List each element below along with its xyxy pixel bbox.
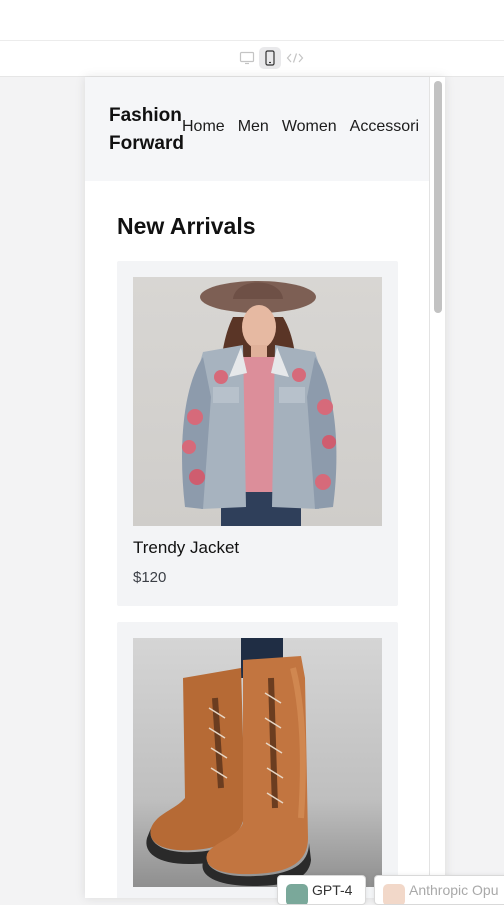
code-view-button[interactable] [284, 47, 306, 69]
product-name[interactable]: Trendy Jacket [133, 538, 239, 558]
model-label: Anthropic Opu [409, 882, 499, 898]
nav-link-accessories[interactable]: Accessori [350, 118, 419, 136]
product-card[interactable]: Trendy Jacket $120 [117, 261, 398, 606]
denim-jacket-photo[interactable] [133, 277, 382, 526]
mobile-icon [265, 50, 275, 66]
section-title: New Arrivals [117, 213, 256, 239]
model-label: GPT-4 [312, 882, 353, 898]
anthropic-icon [383, 884, 405, 904]
preview-scrollbar[interactable] [430, 77, 445, 898]
desktop-view-button[interactable] [236, 47, 258, 69]
nav-link-women[interactable]: Women [282, 118, 337, 136]
leather-boots-photo[interactable] [133, 638, 382, 887]
site-nav: Home Men Women Accessori [182, 118, 429, 136]
model-badge-gpt4[interactable]: GPT-4 [277, 875, 366, 905]
product-price: $120 [133, 569, 167, 586]
code-icon [286, 53, 304, 63]
browser-top-bar [0, 0, 504, 41]
site-header: Fashion Forward Home Men Women Accessori [85, 77, 429, 181]
nav-link-men[interactable]: Men [238, 118, 269, 136]
mobile-view-button[interactable] [259, 47, 281, 69]
mobile-preview-frame: Fashion Forward Home Men Women Accessori Ne… [85, 77, 445, 898]
scrollbar-thumb[interactable] [434, 81, 442, 313]
nav-link-home[interactable]: Home [182, 118, 225, 136]
model-badge-anthropic[interactable]: Anthropic Opu [374, 875, 504, 905]
product-card[interactable] [117, 622, 398, 898]
openai-icon [286, 884, 308, 904]
preview-toolbar [0, 41, 504, 77]
preview-viewport: Fashion Forward Home Men Women Accessori Ne… [85, 77, 430, 898]
desktop-icon [239, 51, 255, 65]
